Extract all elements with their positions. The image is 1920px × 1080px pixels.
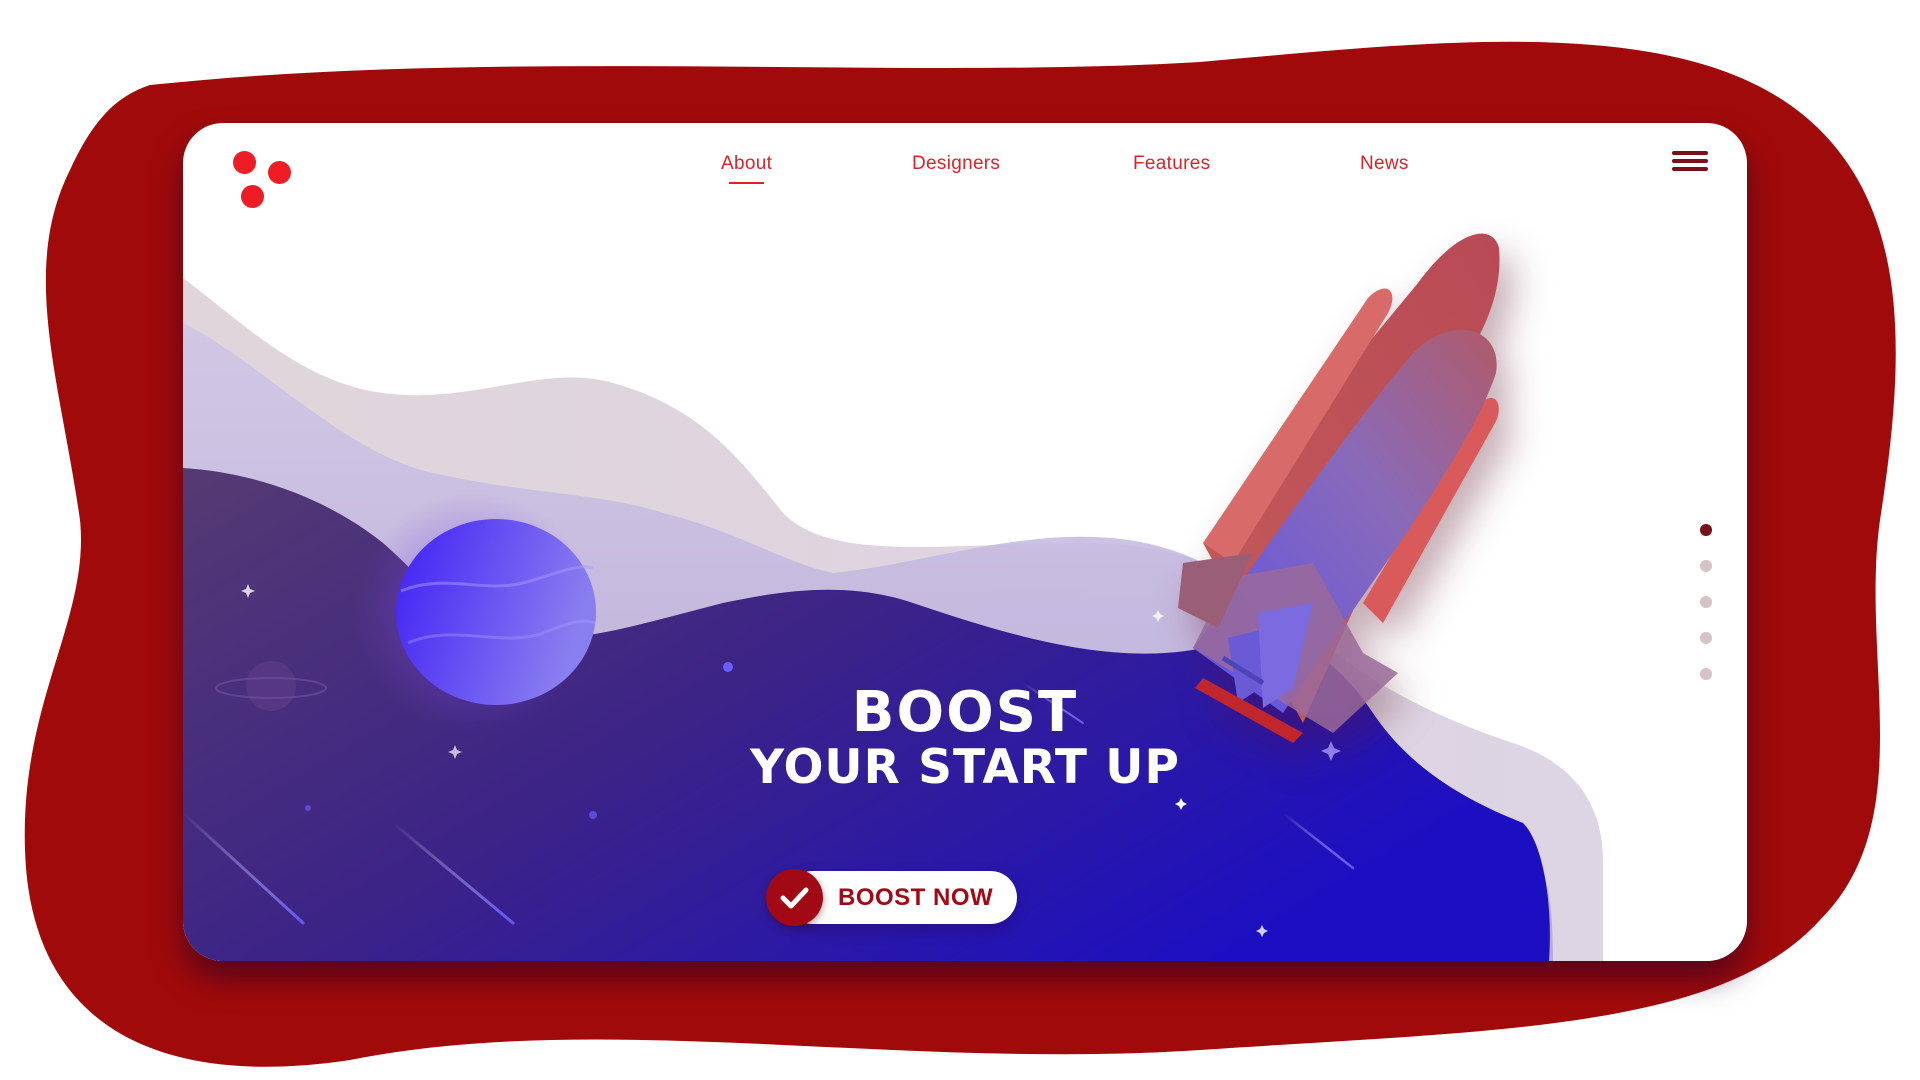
hero-title-line2: YOUR START UP <box>750 740 1180 795</box>
cta-icon-circle <box>766 869 823 926</box>
page-dot[interactable] <box>1700 596 1712 608</box>
logo-dot <box>241 185 264 208</box>
nav-item-features[interactable]: Features <box>1133 153 1210 175</box>
slider-pagination <box>1698 524 1714 684</box>
hamburger-menu-icon[interactable] <box>1672 151 1708 177</box>
boost-now-button[interactable]: BOOST NOW <box>766 869 1017 926</box>
landing-page-card: About Designers Features News BOOST YOUR… <box>183 123 1747 961</box>
cta-label: BOOST NOW <box>838 884 994 911</box>
main-nav: About Designers Features News <box>183 153 1747 184</box>
hero-title-line1: BOOST <box>851 680 1079 745</box>
planet-icon <box>396 519 596 705</box>
page-dot[interactable] <box>1700 632 1712 644</box>
nav-item-designers[interactable]: Designers <box>912 153 1000 175</box>
page-dot[interactable] <box>1700 668 1712 680</box>
rocket-illustration <box>1178 233 1500 743</box>
page-dot[interactable] <box>1700 524 1712 536</box>
hero-illustration <box>183 233 1603 961</box>
checkmark-icon <box>780 887 809 909</box>
nav-item-news[interactable]: News <box>1360 153 1409 175</box>
page-dot[interactable] <box>1700 560 1712 572</box>
nav-item-about[interactable]: About <box>721 153 772 184</box>
